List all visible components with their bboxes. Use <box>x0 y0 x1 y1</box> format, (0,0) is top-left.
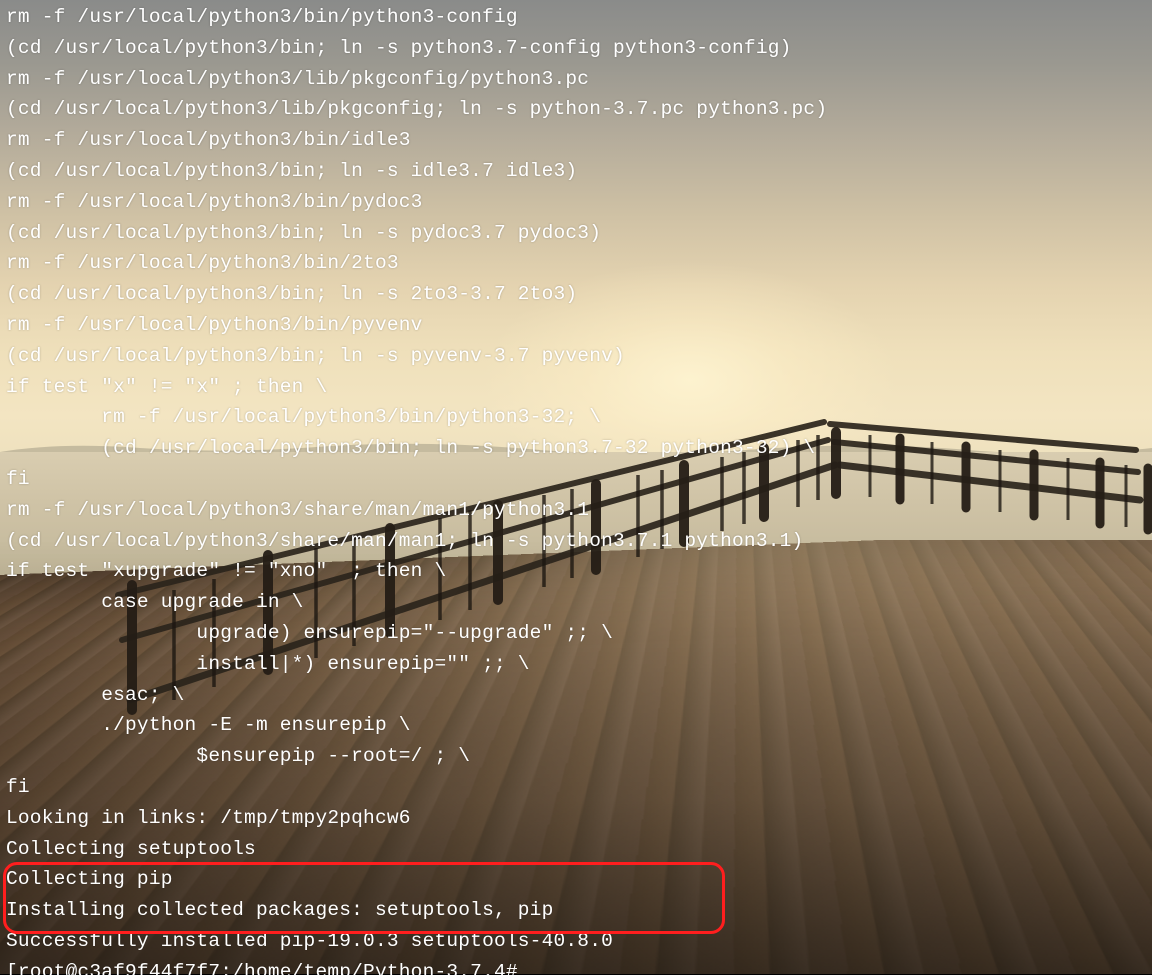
terminal-output[interactable]: rm -f /usr/local/python3/bin/python3-con… <box>0 0 1152 975</box>
terminal-line: (cd /usr/local/python3/bin; ln -s 2to3-3… <box>6 279 1146 310</box>
terminal-line: install|*) ensurepip="" ;; \ <box>6 649 1146 680</box>
terminal-line: (cd /usr/local/python3/bin; ln -s python… <box>6 33 1146 64</box>
terminal-line: (cd /usr/local/python3/lib/pkgconfig; ln… <box>6 94 1146 125</box>
terminal-line: Collecting setuptools <box>6 834 1146 865</box>
terminal-line: if test "x" != "x" ; then \ <box>6 372 1146 403</box>
terminal-line: (cd /usr/local/python3/bin; ln -s python… <box>6 433 1146 464</box>
terminal-line: rm -f /usr/local/python3/bin/idle3 <box>6 125 1146 156</box>
terminal-line: rm -f /usr/local/python3/bin/2to3 <box>6 248 1146 279</box>
terminal-line: esac; \ <box>6 680 1146 711</box>
terminal-line: Looking in links: /tmp/tmpy2pqhcw6 <box>6 803 1146 834</box>
terminal-line: Collecting pip <box>6 864 1146 895</box>
terminal-line: upgrade) ensurepip="--upgrade" ;; \ <box>6 618 1146 649</box>
terminal-line: if test "xupgrade" != "xno" ; then \ <box>6 556 1146 587</box>
terminal-line: case upgrade in \ <box>6 587 1146 618</box>
terminal-line: (cd /usr/local/python3/bin; ln -s pydoc3… <box>6 218 1146 249</box>
terminal-line: (cd /usr/local/python3/bin; ln -s idle3.… <box>6 156 1146 187</box>
terminal-prompt[interactable]: [root@c3af9f44f7f7:/home/temp/Python-3.7… <box>6 957 1146 975</box>
terminal-line: rm -f /usr/local/python3/share/man/man1/… <box>6 495 1146 526</box>
terminal-line: (cd /usr/local/python3/bin; ln -s pyvenv… <box>6 341 1146 372</box>
terminal-line: rm -f /usr/local/python3/bin/pyvenv <box>6 310 1146 341</box>
terminal-line: Installing collected packages: setuptool… <box>6 895 1146 926</box>
terminal-line: ./python -E -m ensurepip \ <box>6 710 1146 741</box>
terminal-line: fi <box>6 772 1146 803</box>
terminal-line: rm -f /usr/local/python3/bin/python3-con… <box>6 2 1146 33</box>
terminal-line: Successfully installed pip-19.0.3 setupt… <box>6 926 1146 957</box>
terminal-line: rm -f /usr/local/python3/bin/python3-32;… <box>6 402 1146 433</box>
terminal-line: rm -f /usr/local/python3/bin/pydoc3 <box>6 187 1146 218</box>
terminal-line: fi <box>6 464 1146 495</box>
terminal-line: rm -f /usr/local/python3/lib/pkgconfig/p… <box>6 64 1146 95</box>
terminal-line: (cd /usr/local/python3/share/man/man1; l… <box>6 526 1146 557</box>
terminal-line: $ensurepip --root=/ ; \ <box>6 741 1146 772</box>
